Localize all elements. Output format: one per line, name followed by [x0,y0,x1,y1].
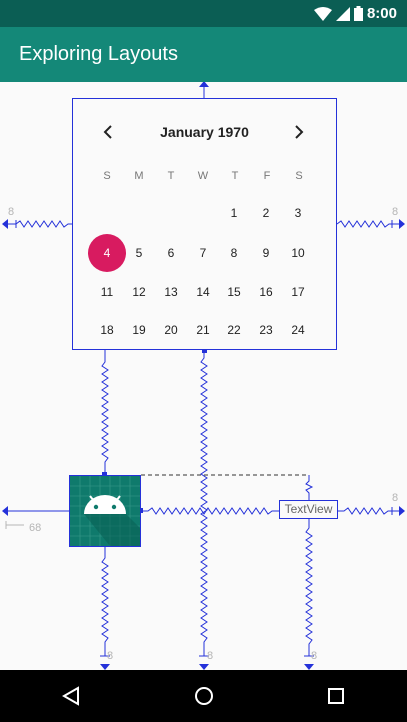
calendar-day[interactable]: 22 [219,320,249,340]
margin-label-image-bottom: 8 [107,650,114,662]
margin-label-image-start: 68 [29,522,42,534]
calendar-day[interactable]: 6 [156,243,186,263]
calendar-day[interactable]: 9 [251,243,281,263]
calendar-day-selected[interactable]: 4 [92,243,122,263]
battery-icon [353,6,363,21]
calendar-day[interactable]: 16 [251,282,281,302]
navigation-bar [0,670,407,722]
app-title: Exploring Layouts [19,43,178,65]
calendar-view[interactable]: January 1970 S M T W T F S 1 2 3 4 5 6 7… [72,98,337,350]
calendar-day[interactable]: 17 [283,282,313,302]
calendar-day[interactable]: 8 [219,243,249,263]
calendar-day[interactable]: 2 [251,203,281,223]
margin-label-middle-bottom: 8 [207,650,214,662]
calendar-day[interactable]: 11 [92,282,122,302]
calendar-day[interactable]: 20 [156,320,186,340]
calendar-day[interactable]: 14 [188,282,218,302]
image-view[interactable] [69,475,141,547]
app-bar: Exploring Layouts [0,27,407,82]
textview[interactable]: TextView [279,500,338,519]
calendar-day[interactable]: 10 [283,243,313,263]
weekday-label: S [103,170,111,182]
calendar-header: January 1970 [73,119,336,145]
weekday-label: W [197,170,209,182]
weekday-label: F [263,170,271,182]
margin-label-calendar-right: 8 [392,206,399,218]
calendar-day[interactable]: 18 [92,320,122,340]
weekday-label: T [231,170,239,182]
calendar-day[interactable]: 24 [283,320,313,340]
status-time: 8:00 [366,5,397,22]
status-bar: 8:00 [0,0,407,27]
calendar-day[interactable]: 5 [124,243,154,263]
calendar-day[interactable]: 19 [124,320,154,340]
layout-editor-canvas[interactable]: 8 8 8 68 8 8 8 January 1970 S M T W T F … [0,82,407,670]
android-robot-icon [70,476,140,546]
calendar-day[interactable]: 13 [156,282,186,302]
calendar-day[interactable]: 3 [283,203,313,223]
recents-square-icon[interactable] [322,682,350,710]
back-triangle-icon[interactable] [57,682,85,710]
weekday-label: S [295,170,303,182]
weekday-label: M [134,170,144,182]
wifi-icon [313,6,332,21]
calendar-day[interactable]: 15 [219,282,249,302]
calendar-day[interactable]: 23 [251,320,281,340]
weekday-label: T [167,170,175,182]
calendar-day[interactable]: 12 [124,282,154,302]
margin-label-textview-bottom: 8 [311,650,318,662]
home-circle-icon[interactable] [190,682,218,710]
calendar-day[interactable]: 21 [188,320,218,340]
status-icons: 8:00 [313,5,397,22]
calendar-day[interactable]: 1 [219,203,249,223]
margin-label-textview-right: 8 [392,492,399,504]
cellular-signal-icon [335,6,350,21]
margin-label-calendar-left: 8 [8,206,15,218]
chevron-right-icon[interactable] [288,121,310,143]
calendar-day[interactable]: 7 [188,243,218,263]
